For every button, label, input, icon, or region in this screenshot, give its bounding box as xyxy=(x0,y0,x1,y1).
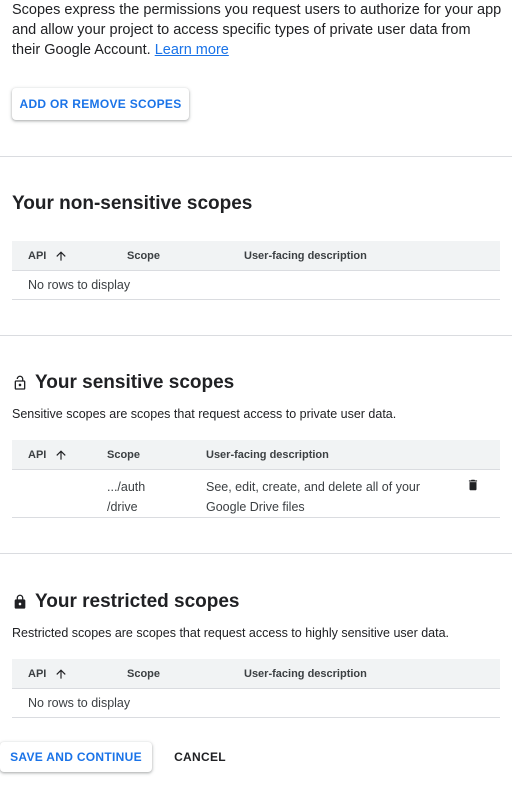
intro-text: Scopes express the permissions you reque… xyxy=(12,2,502,58)
column-header-scope[interactable]: Scope xyxy=(127,241,160,271)
trash-icon[interactable] xyxy=(466,478,480,492)
empty-row: No rows to display xyxy=(12,689,500,718)
column-header-description[interactable]: User-facing description xyxy=(206,440,329,470)
scope-line: /drive xyxy=(107,500,138,514)
column-label: Scope xyxy=(107,449,141,461)
arrow-upward-icon xyxy=(56,450,67,460)
section-title-text: Your restricted scopes xyxy=(35,591,240,612)
scope-cell: .../auth /drive xyxy=(107,477,145,517)
section-title-text: Your non-sensitive scopes xyxy=(12,193,253,214)
add-remove-scopes-button[interactable]: ADD OR REMOVE SCOPES xyxy=(12,88,189,120)
table-header: API Scope User-facing description xyxy=(12,241,500,271)
column-header-description[interactable]: User-facing description xyxy=(244,659,367,689)
sensitive-scopes-table: API Scope User-facing description .../au… xyxy=(12,440,500,518)
table-row: .../auth /drive See, edit, create, and d… xyxy=(12,470,500,518)
column-label: User-facing description xyxy=(244,250,367,262)
description-line: See, edit, create, and delete all of you… xyxy=(206,480,421,494)
section-title-text: Your sensitive scopes xyxy=(35,372,235,393)
column-label: Scope xyxy=(127,250,161,262)
scope-line: .../auth xyxy=(107,480,146,494)
arrow-upward-icon xyxy=(56,251,67,261)
lock-open-icon xyxy=(14,375,26,390)
arrow-upward-icon xyxy=(56,669,67,679)
empty-row: No rows to display xyxy=(12,271,500,300)
column-header-api[interactable]: API xyxy=(28,440,68,470)
column-label: API xyxy=(28,668,47,680)
save-and-continue-button[interactable]: SAVE AND CONTINUE xyxy=(0,742,152,772)
description-line: Google Drive files xyxy=(206,500,305,514)
non-sensitive-scopes-table: API Scope User-facing description No row… xyxy=(12,241,500,300)
restricted-scopes-table: API Scope User-facing description No row… xyxy=(12,659,500,718)
column-header-description[interactable]: User-facing description xyxy=(244,241,367,271)
description-cell: See, edit, create, and delete all of you… xyxy=(206,477,446,517)
cancel-button[interactable]: CANCEL xyxy=(164,742,236,772)
column-label: API xyxy=(28,250,47,262)
column-label: Scope xyxy=(127,668,161,680)
learn-more-link[interactable]: Learn more xyxy=(155,42,229,58)
column-label: User-facing description xyxy=(244,668,367,680)
sensitive-scopes-description: Sensitive scopes are scopes that request… xyxy=(12,407,397,421)
restricted-scopes-description: Restricted scopes are scopes that reques… xyxy=(12,626,450,640)
column-header-scope[interactable]: Scope xyxy=(127,659,160,689)
column-header-api[interactable]: API xyxy=(28,241,68,271)
column-header-api[interactable]: API xyxy=(28,659,68,689)
column-header-scope[interactable]: Scope xyxy=(107,440,140,470)
divider xyxy=(0,553,512,554)
table-header: API Scope User-facing description xyxy=(12,659,500,689)
divider xyxy=(0,335,512,336)
non-sensitive-scopes-title: Your non-sensitive scopes xyxy=(12,193,252,215)
column-label: API xyxy=(28,449,47,461)
sensitive-scopes-title: Your sensitive scopes xyxy=(12,372,234,394)
divider xyxy=(0,156,512,157)
lock-icon xyxy=(14,594,26,609)
scopes-intro: Scopes express the permissions you reque… xyxy=(12,0,502,60)
restricted-scopes-title: Your restricted scopes xyxy=(12,591,240,613)
table-header: API Scope User-facing description xyxy=(12,440,500,470)
column-label: User-facing description xyxy=(206,449,329,461)
